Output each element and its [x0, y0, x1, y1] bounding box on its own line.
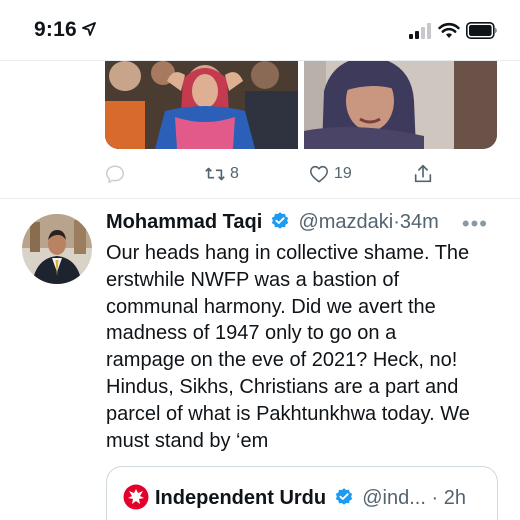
tweet-actions: 8 19 — [0, 160, 520, 188]
tweet-text-line: Our heads hang in collective shame. The — [106, 242, 470, 264]
tweet-text-line: Hindus, Sikhs, Christians are a part and — [106, 375, 459, 398]
author-handle[interactable]: @mazdaki — [298, 211, 393, 233]
retweet-button[interactable]: 8 — [204, 160, 239, 188]
quoted-author-name: Independent Urdu — [155, 487, 327, 509]
tweet-header: Mohammad Taqi @mazdaki·34m ••• — [106, 211, 506, 239]
like-button[interactable]: 19 — [308, 160, 352, 188]
reply-button[interactable] — [104, 160, 126, 188]
retweet-count: 8 — [230, 165, 239, 182]
wifi-icon — [438, 22, 460, 38]
share-icon — [414, 164, 432, 183]
like-icon — [309, 165, 329, 183]
tweet-text: Our heads hang in collective shame. The e… — [106, 240, 508, 454]
quoted-tweet-card[interactable]: Independent Urdu @ind... · 2h — [106, 466, 498, 520]
tweet-media-image[interactable] — [105, 61, 298, 149]
tweet-text-line: parcel of what is Pakhtunkhwa today. We — [106, 402, 470, 425]
retweet-icon — [205, 167, 225, 181]
tweet-text-line: madness of 1947 only to go on a — [106, 322, 397, 345]
verified-badge-icon — [335, 488, 352, 505]
more-options-icon[interactable]: ••• — [462, 211, 488, 237]
tweet-text-line: rampage on the eve of 2021? Heck, no! — [106, 349, 458, 372]
grieving-woman-photo — [304, 61, 497, 149]
tweet-media-image[interactable] — [304, 61, 497, 149]
cellular-signal-icon — [409, 23, 431, 39]
quoted-tweet-time: 2h — [443, 487, 466, 509]
location-arrow-icon — [82, 22, 96, 36]
status-time: 9:16 — [34, 18, 77, 41]
status-bar: 9:16 — [0, 0, 520, 60]
tweet-time[interactable]: 34m — [400, 211, 439, 233]
share-button[interactable] — [412, 160, 434, 188]
tweet-text-line: communal harmony. Did we avert the — [106, 295, 436, 318]
quoted-author-handle: @ind... — [362, 487, 426, 509]
quoted-header-separator: · — [431, 487, 439, 509]
header-separator: · — [393, 211, 400, 233]
quoted-tweet-header: Independent Urdu @ind... · 2h — [123, 484, 466, 510]
tweet-text-line: erstwhile NWFP was a bastion of — [106, 268, 400, 291]
tweet-text-line: must stand by ‘em — [106, 429, 269, 452]
like-count: 19 — [334, 165, 352, 182]
independent-eagle-logo-icon — [123, 484, 149, 510]
avatar[interactable] — [22, 214, 92, 284]
mourning-crowd-photo — [105, 61, 298, 149]
profile-photo — [22, 214, 92, 284]
battery-icon — [466, 22, 497, 39]
author-name[interactable]: Mohammad Taqi — [106, 211, 262, 233]
verified-badge-icon — [271, 212, 289, 229]
tweet-divider — [0, 198, 520, 199]
reply-icon — [106, 165, 124, 183]
